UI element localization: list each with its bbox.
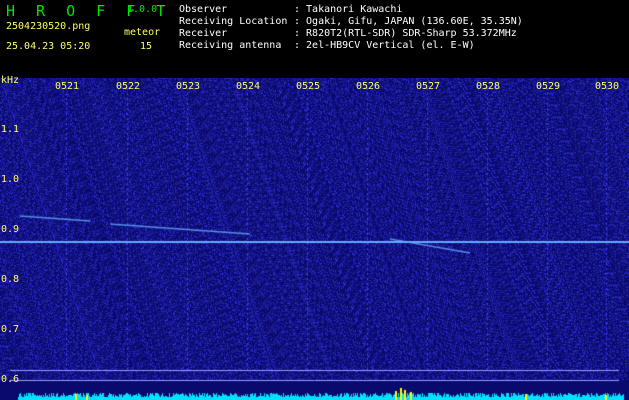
- x-tick-0525: 0525: [296, 81, 321, 92]
- antenna-value: : 2el-HB9CV Vertical (el. E-W): [294, 40, 475, 51]
- y-tick-0-9: 0.9: [1, 224, 20, 235]
- y-tick-1-0: 1.0: [1, 174, 20, 185]
- spectrogram-waterfall: [0, 78, 629, 400]
- y-tick-0-8: 0.8: [1, 274, 20, 285]
- meteor-label: meteor: [124, 27, 161, 38]
- observation-datetime: 25.04.23 05:20: [6, 41, 91, 52]
- y-axis-unit: kHz: [1, 75, 20, 86]
- x-tick-0527: 0527: [416, 81, 441, 92]
- receiver-label: Receiver: [179, 28, 228, 39]
- x-tick-0523: 0523: [176, 81, 201, 92]
- x-tick-0529: 0529: [536, 81, 561, 92]
- x-tick-0521: 0521: [55, 81, 80, 92]
- antenna-label: Receiving antenna: [179, 40, 282, 51]
- header-panel: H R O F F T 1.0.0 2504230520.png 25.04.2…: [0, 0, 629, 78]
- y-tick-1-1: 1.1: [1, 124, 20, 135]
- location-value: : Ogaki, Gifu, JAPAN (136.60E, 35.35N): [294, 16, 523, 27]
- x-tick-0526: 0526: [356, 81, 381, 92]
- x-tick-0522: 0522: [116, 81, 141, 92]
- y-tick-0-7: 0.7: [1, 324, 20, 335]
- location-label: Receiving Location: [179, 16, 288, 27]
- receiver-value: : R820T2(RTL-SDR) SDR-Sharp 53.372MHz: [294, 28, 517, 39]
- observer-label: Observer: [179, 4, 228, 15]
- x-tick-0524: 0524: [236, 81, 261, 92]
- app-version: 1.0.0: [127, 4, 158, 15]
- x-tick-0530: 0530: [595, 81, 620, 92]
- x-tick-0528: 0528: [476, 81, 501, 92]
- y-tick-0-6: 0.6: [1, 374, 20, 385]
- file-name: 2504230520.png: [6, 21, 91, 32]
- observer-value: : Takanori Kawachi: [294, 4, 403, 15]
- meteor-count: 15: [140, 41, 153, 52]
